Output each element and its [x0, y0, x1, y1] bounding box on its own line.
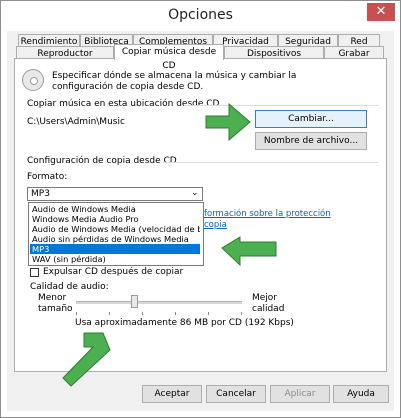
arrow-icon — [62, 332, 111, 387]
arrow-annotations — [62, 102, 277, 387]
arrow-icon — [205, 102, 251, 142]
arrow-icon — [221, 236, 277, 267]
